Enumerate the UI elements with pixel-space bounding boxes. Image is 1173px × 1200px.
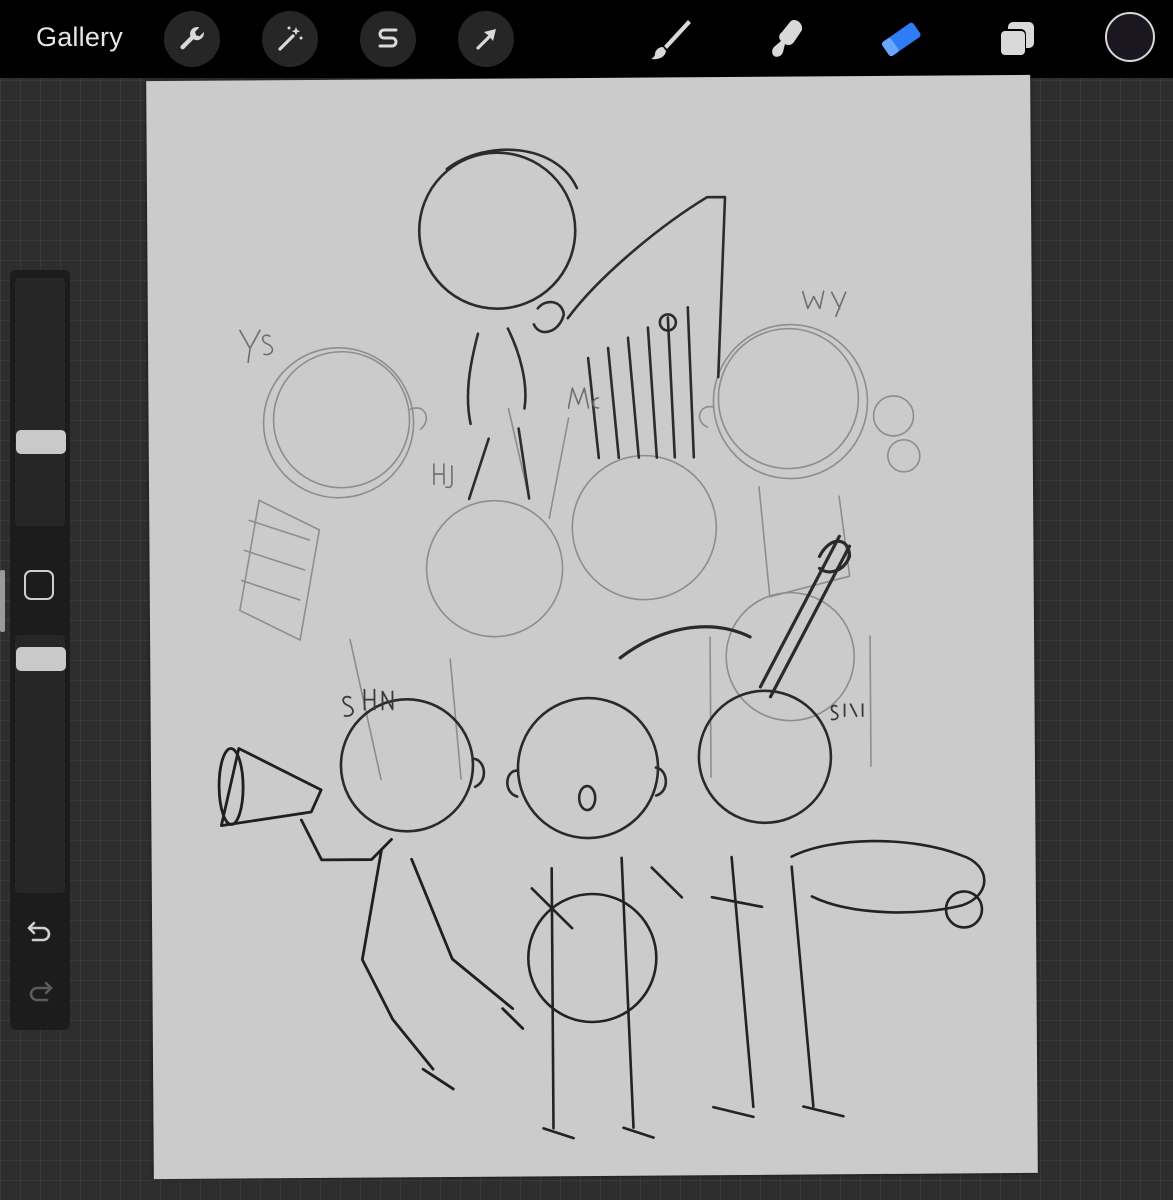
left-sidebar (10, 270, 70, 1030)
brush-icon (651, 20, 691, 60)
current-color-swatch[interactable] (1105, 12, 1155, 62)
actions-button[interactable] (164, 11, 220, 67)
selection-s-icon (378, 28, 398, 48)
top-toolbar: Gallery (0, 0, 1173, 78)
sketch-artwork (217, 148, 986, 1140)
layers-button[interactable] (992, 14, 1042, 64)
modify-button[interactable] (24, 570, 54, 600)
brush-size-thumb[interactable] (16, 430, 66, 454)
adjustments-button[interactable] (262, 11, 318, 67)
eraser-tool-button[interactable] (876, 14, 926, 64)
gallery-button[interactable]: Gallery (36, 22, 123, 53)
smudge-tool-button[interactable] (762, 14, 812, 64)
brush-tool-button[interactable] (646, 14, 696, 64)
redo-button[interactable] (26, 978, 54, 1009)
opacity-slider[interactable] (15, 635, 65, 893)
wrench-icon (180, 27, 204, 50)
drawing-canvas[interactable] (146, 74, 1038, 1180)
undo-icon (27, 921, 51, 942)
arrow-cursor-icon (476, 29, 496, 50)
transform-button[interactable] (458, 11, 514, 67)
eraser-icon (882, 22, 921, 57)
undo-button[interactable] (26, 918, 54, 949)
sidebar-drag-handle[interactable] (0, 570, 5, 632)
magic-wand-icon (278, 26, 303, 51)
redo-icon (29, 981, 53, 1002)
opacity-thumb[interactable] (16, 647, 66, 671)
brush-size-slider[interactable] (15, 278, 65, 526)
selection-button[interactable] (360, 11, 416, 67)
smudge-icon (772, 20, 803, 57)
layers-icon (999, 22, 1034, 56)
